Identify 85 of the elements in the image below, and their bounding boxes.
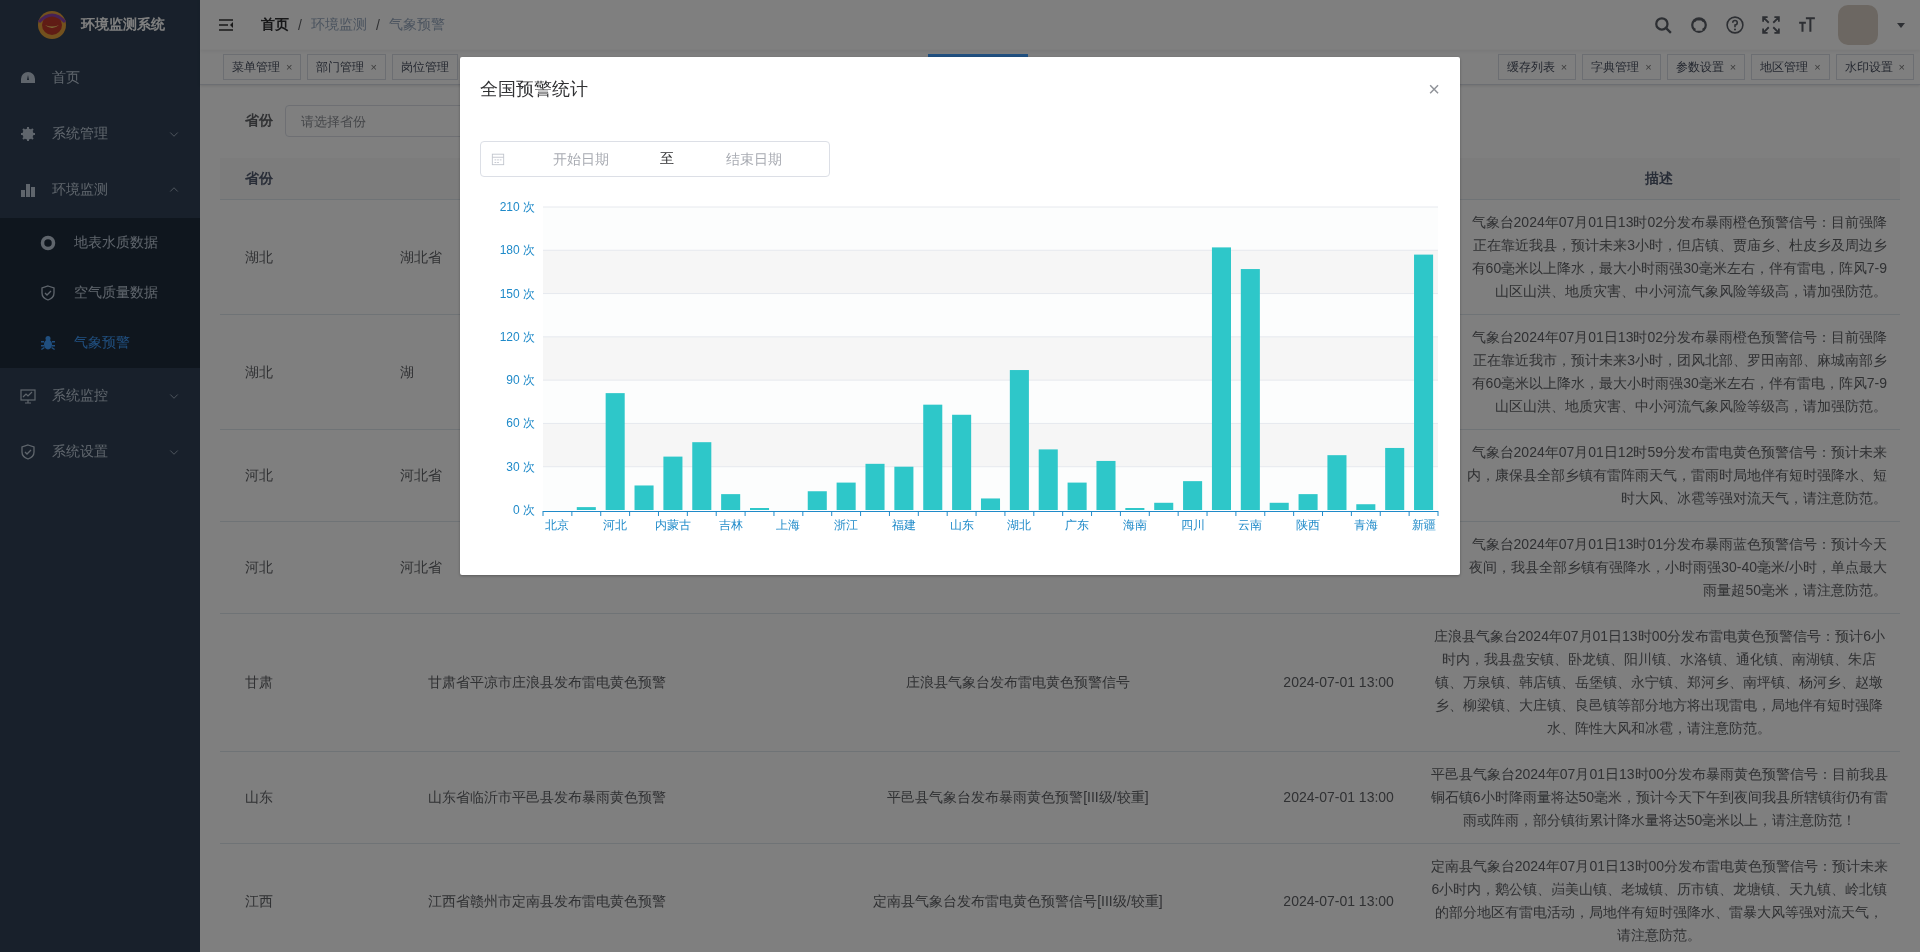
table-cell: 平邑县气象台发布暴雨黄色预警[III级/较重] xyxy=(887,789,1149,805)
range-separator: 至 xyxy=(659,150,675,168)
table-cell-text: 气象台2024年07月01日13时01分发布暴雨蓝色预警信号：预计今天 夜间，我县全部乡镇有强降水，小时雨强30-40毫米/小时，单点最大 雨量超50毫米，请注意防范。 xyxy=(1468,535,1887,600)
menu-item[interactable]: 系统管理 xyxy=(0,106,200,162)
tab[interactable]: 缓存列表 × xyxy=(1497,54,1577,80)
table-cell: 江西 xyxy=(245,892,273,909)
table-cell: 山东省临沂市平邑县发布暴雨黄色预警 xyxy=(427,789,666,805)
axis-category-label: 湖北 xyxy=(1007,518,1032,532)
table-cell: 河北省 xyxy=(400,467,443,483)
table-cell: 湖北省 xyxy=(400,248,443,265)
field-label: 省份 xyxy=(245,112,273,130)
breadcrumb-link[interactable]: 首页 xyxy=(261,16,289,34)
axis-category-label: 上海 xyxy=(776,518,801,532)
table-cell: 湖北 xyxy=(245,363,273,380)
table-cell: 2024-07-01 13:00 xyxy=(1283,892,1394,909)
tab[interactable]: 字典管理 × xyxy=(1582,54,1661,80)
table-cell: 江西省赣州市定南县发布雷电黄色预警 xyxy=(427,892,666,909)
axis-category-label: 云南 xyxy=(1238,518,1263,532)
axis-tick-label: 60 次 xyxy=(506,416,535,431)
axis-category-label: 青海 xyxy=(1353,518,1378,532)
end-date-field[interactable]: 结束日期 xyxy=(678,150,829,168)
close-icon[interactable]: × xyxy=(1645,61,1652,73)
axis-category-label: 福建 xyxy=(891,518,916,532)
tab[interactable]: 菜单管理 × xyxy=(223,54,302,80)
table-cell-text: 气象台2024年07月01日13时02分发布暴雨橙色预警信号：目前强降 正在靠近我县，预计未来3小时，但店镇、贾庙乡、杜皮乡及周边乡 有60毫米以上降水，最大小时雨强30毫米左右，伴有雷电，阵风7-9 山区山洪、地质灾害、中小河流气象风险等级高，请加强防范。 xyxy=(1470,213,1887,301)
tab[interactable]: 参数设置 × xyxy=(1666,54,1746,80)
menu-item[interactable]: 系统监控 xyxy=(0,368,200,424)
table-cell: 河北 xyxy=(245,467,273,483)
axis-category-label: 内蒙古 xyxy=(654,518,691,532)
axis-category-label: 河北 xyxy=(603,518,628,532)
breadcrumb-separator: / xyxy=(298,17,302,33)
axis-tick-label: 180 次 xyxy=(499,243,535,258)
table-cell: 甘肃 xyxy=(245,674,273,690)
tab[interactable]: 部门管理 × xyxy=(307,54,386,80)
table-cell: 庄浪县气象台发布雷电黄色预警信号 xyxy=(905,674,1130,690)
submenu-item[interactable]: 空气质量数据 xyxy=(0,268,200,318)
tab[interactable]: 岗位管理 xyxy=(391,54,458,80)
table-cell: 甘肃省平凉市庄浪县发布雷电黄色预警 xyxy=(427,674,666,690)
table-cell: 平邑县气象台2024年07月01日13时00分发布暴雨黄色预警信号：目前我县铜石镇6小时降雨量将达50毫米，预计今天下午到夜间我县所辖镇街仍有雷雨或阵雨，部分镇街累计降水量将达50毫米以上，请注意防范！ xyxy=(1430,766,1889,828)
date-range-picker[interactable]: 开始日期 至 结束日期 xyxy=(480,141,830,177)
tab[interactable]: 水印设置 × xyxy=(1835,54,1914,80)
start-date-field[interactable]: 开始日期 xyxy=(505,150,656,168)
axis-category-label: 海南 xyxy=(1122,518,1147,532)
submenu-item[interactable]: 气象预警 xyxy=(0,318,200,368)
axis-tick-label: 90 次 xyxy=(506,373,535,388)
table-cell-text: 气象台2024年07月01日13时02分发布暴雨橙色预警信号：目前强降 正在靠近我市，预计未来3小时，团风北部、罗田南部、麻城南部乡 有60毫米以上降水，最大小时雨强30毫米左右，伴有雷电，阵风7-9 山区山洪、地质灾害、中小河流气象风险等级高，请加强防范。 xyxy=(1470,328,1887,416)
axis-tick-label: 150 次 xyxy=(499,286,535,301)
axis-category-label: 吉林 xyxy=(718,518,743,532)
tab[interactable]: 地区管理 × xyxy=(1751,54,1830,80)
close-icon[interactable]: × xyxy=(1428,79,1440,99)
axis-category-label: 浙江 xyxy=(834,518,859,532)
axis-tick-label: 210 次 xyxy=(499,200,535,214)
axis-category-label: 北京 xyxy=(545,518,570,532)
table-cell: 山东 xyxy=(245,789,273,805)
axis-tick-label: 120 次 xyxy=(499,329,535,344)
menu-item[interactable]: 系统设置 xyxy=(0,424,200,480)
close-icon[interactable]: × xyxy=(1814,61,1821,73)
close-icon[interactable]: × xyxy=(1898,61,1905,73)
close-icon[interactable]: × xyxy=(286,61,293,73)
table-cell: 湖北 xyxy=(245,248,273,265)
table-cell: 河北 xyxy=(245,559,273,575)
close-icon[interactable]: × xyxy=(370,61,377,73)
table-cell: 湖 xyxy=(400,363,415,380)
axis-category-label: 广东 xyxy=(1065,518,1090,532)
table-cell: 定南县气象台2024年07月01日13时00分发布雷电黄色预警信号：预计未来6小时内，鹅公镇、岿美山镇、老城镇、历市镇、龙塘镇、天九镇、岭北镇的部分地区有雷电活动，局地伴有短时强降水、雷暴大风等强对流天气，请注意防范。 xyxy=(1430,858,1889,943)
axis-category-label: 四川 xyxy=(1180,518,1205,532)
table-cell: 定南县气象台发布雷电黄色预警信号[III级/较重] xyxy=(873,892,1163,909)
submenu-item[interactable]: 地表水质数据 xyxy=(0,218,200,268)
menu-item[interactable]: 首页 xyxy=(0,50,200,106)
menu-item[interactable]: 环境监测 xyxy=(0,162,200,218)
dialog-title: 全国预警统计 xyxy=(480,78,589,101)
close-icon[interactable]: × xyxy=(1560,61,1568,73)
axis-category-label: 山东 xyxy=(949,518,974,532)
app-title: 环境监测系统 xyxy=(81,16,165,34)
breadcrumb-separator: / xyxy=(375,17,380,33)
table-cell: 2024-07-01 13:00 xyxy=(1283,789,1394,805)
table-cell: 河北省 xyxy=(400,559,443,575)
axis-tick-label: 30 次 xyxy=(506,459,535,474)
table-cell-text: 气象台2024年07月01日12时59分发布雷电黄色预警信号：预计未来 内，康保县全部乡镇有雷阵雨天气，雷雨时局地伴有短时强降水、短 时大风、冰雹等强对流天气，请注意防范。 xyxy=(1466,443,1887,508)
close-icon[interactable]: × xyxy=(1729,61,1737,73)
axis-category-label: 陕西 xyxy=(1296,518,1321,532)
table-cell: 庄浪县气象台2024年07月01日13时00分发布雷电黄色预警信号：预计6小时内，我县盘安镇、卧龙镇、阳川镇、水洛镇、通化镇、南湖镇、朱店镇、万泉镇、韩店镇、岳堡镇、永宁镇、郑河乡、南坪镇、杨河乡、赵墩乡、柳梁镇、大庄镇、良邑镇等部分地方将出现雷电，局地伴有短时强降水、阵性大风和冰雹，请注意防范。 xyxy=(1433,628,1886,736)
table-cell: 2024-07-01 13:00 xyxy=(1283,674,1394,690)
axis-tick-label: 0 次 xyxy=(513,503,535,517)
axis-category-label: 新疆 xyxy=(1411,518,1436,532)
